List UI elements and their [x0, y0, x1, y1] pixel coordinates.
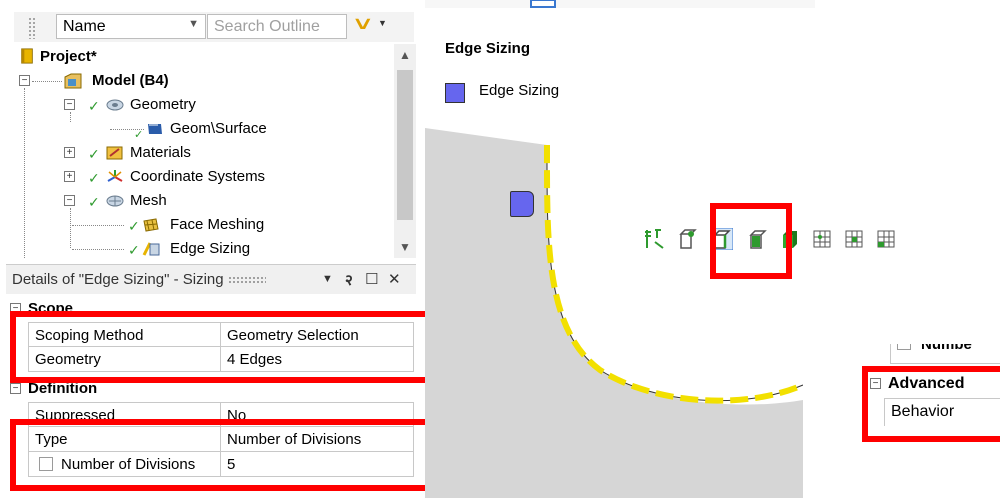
check-icon: ✓ [128, 242, 140, 258]
surface-body-icon [148, 124, 162, 134]
scroll-up-icon[interactable]: ▲ [399, 48, 411, 62]
filter-options-button[interactable]: ˅ ▼ [351, 14, 391, 39]
legend-label: Edge Sizing [479, 82, 560, 99]
highlight-box-edge-select [710, 203, 792, 279]
check-icon: ✓ [88, 194, 100, 210]
tree-label-mesh: Mesh [130, 192, 167, 209]
property-row[interactable]: Behavior [884, 398, 1000, 426]
panel-grip[interactable] [227, 276, 266, 285]
collapse-icon[interactable]: − [10, 383, 21, 394]
outline-tree: Project* − Model (B4) − ✓ Geometry ✓ Geo… [14, 44, 394, 258]
check-icon: ✓ [128, 218, 140, 234]
tree-label-project: Project* [40, 48, 97, 65]
tree-label-face-meshing: Face Meshing [170, 216, 265, 233]
expand-icon[interactable]: + [64, 171, 75, 182]
check-icon: ✓ [88, 98, 100, 114]
dropdown-arrow-icon[interactable]: ▼ [322, 273, 333, 285]
node-select-icon[interactable] [811, 228, 833, 250]
tree-label-geom-surface: Geom\Surface [170, 120, 267, 137]
element-select-icon[interactable] [875, 228, 897, 250]
model-icon [64, 73, 82, 89]
chevron-down-icon: ˅ [354, 14, 372, 36]
details-header: Details of "Edge Sizing" - Sizing ▼ २ ☐ … [6, 264, 416, 294]
property-label: Behavior [891, 403, 955, 420]
details-title: Details of "Edge Sizing" - Sizing [12, 271, 224, 288]
scrollbar-thumb[interactable] [397, 70, 413, 220]
mesh-icon [106, 195, 124, 207]
maximize-icon[interactable]: ☐ [365, 270, 378, 288]
search-outline-input[interactable] [207, 14, 347, 39]
outline-toolbar: Name ▼ ˅ ▼ [14, 12, 414, 42]
outline-panel: Name ▼ ˅ ▼ Project* − Model (B4) [0, 0, 432, 498]
tree-scrollbar[interactable]: ▲ ▼ [394, 44, 416, 258]
collapse-icon[interactable]: − [64, 195, 75, 206]
dropdown-arrow-icon: ▼ [378, 18, 387, 28]
geometry-icon [106, 99, 124, 111]
face-meshing-icon [143, 218, 159, 232]
toolbar-grip[interactable] [28, 17, 36, 39]
expand-icon[interactable]: + [64, 147, 75, 158]
name-dropdown-value: Name [63, 18, 106, 35]
tree-label-materials: Materials [130, 144, 191, 161]
element-face-select-icon[interactable] [843, 228, 865, 250]
dropdown-arrow-icon: ▼ [188, 18, 199, 30]
coordinate-systems-icon [107, 170, 123, 182]
scroll-down-icon[interactable]: ▼ [399, 240, 411, 254]
advanced-panel: Numbe − Advanced Behavior [862, 338, 1000, 498]
highlight-box-definition [10, 419, 432, 491]
section-label: Advanced [888, 375, 965, 392]
tree-label-geometry: Geometry [130, 96, 196, 113]
check-icon: ✓ [88, 146, 100, 162]
tree-label-edge-sizing: Edge Sizing [170, 240, 251, 257]
collapse-icon[interactable]: − [19, 75, 30, 86]
check-icon: ✓ [88, 170, 100, 186]
tree-label-coordinate-systems: Coordinate Systems [130, 168, 266, 185]
advanced-section: − Advanced Behavior [868, 372, 1000, 436]
graphics-title: Edge Sizing [445, 40, 531, 57]
collapse-icon[interactable]: − [870, 378, 881, 389]
property-row[interactable]: Numbe [890, 344, 1000, 364]
project-icon [21, 48, 33, 64]
select-mode-icon[interactable] [643, 228, 665, 250]
legend-swatch [445, 83, 465, 103]
collapse-icon[interactable]: − [64, 99, 75, 110]
name-dropdown[interactable]: Name ▼ [56, 14, 206, 39]
edge-marker [510, 191, 534, 217]
materials-icon [106, 146, 123, 160]
pin-icon[interactable]: २ [345, 270, 353, 290]
close-icon[interactable]: ✕ [388, 270, 401, 288]
property-label: Numbe [921, 344, 972, 353]
vertex-select-icon[interactable] [677, 228, 699, 250]
highlight-box-scope [10, 311, 432, 383]
parameter-checkbox[interactable] [897, 344, 911, 350]
tree-label-model: Model (B4) [92, 72, 169, 89]
edge-sizing-icon [142, 242, 160, 256]
